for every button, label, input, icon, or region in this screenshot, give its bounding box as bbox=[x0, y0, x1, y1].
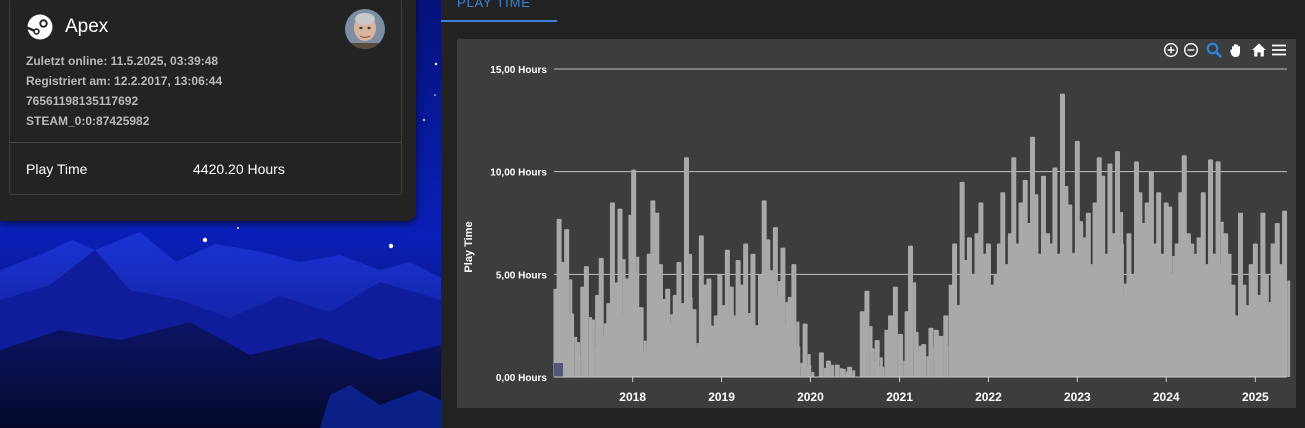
chart-bar bbox=[898, 333, 904, 377]
chart-bar bbox=[938, 335, 944, 377]
chart-bar bbox=[859, 311, 865, 377]
x-tick-label: 2021 bbox=[886, 390, 913, 404]
steam-icon bbox=[27, 14, 53, 40]
play-time-chart[interactable]: 0,00 Hours 5,00 Hours 10,00 Hours 15,00 Hou… bbox=[457, 39, 1296, 408]
steam-id64-text: 76561198135117692 bbox=[26, 94, 139, 108]
chart-bar bbox=[564, 229, 570, 377]
y-axis-title: Play Time bbox=[463, 221, 475, 272]
steam-id-text: STEAM_0:0:87425982 bbox=[26, 114, 150, 128]
x-tick-label: 2025 bbox=[1242, 390, 1269, 404]
chart-bar bbox=[864, 290, 870, 377]
x-tick-label: 2019 bbox=[708, 390, 735, 404]
chart-bar bbox=[933, 329, 939, 377]
chart-bar bbox=[569, 313, 575, 377]
chart-bar bbox=[831, 364, 835, 377]
y-tick-label: 5,00 Hours bbox=[496, 270, 548, 281]
card-divider bbox=[10, 142, 401, 143]
active-tab-indicator bbox=[441, 20, 557, 22]
chart-bar bbox=[921, 344, 927, 377]
chart-bar bbox=[806, 364, 812, 377]
x-tick-label: 2023 bbox=[1064, 390, 1091, 404]
avatar[interactable] bbox=[345, 9, 385, 49]
avatar-image bbox=[345, 9, 385, 49]
chart-bar bbox=[1282, 210, 1288, 377]
chart-canvas: 0,00 Hours 5,00 Hours 10,00 Hours 15,00 Hou… bbox=[463, 65, 1291, 404]
profile-card-inner: Apex Zuletzt online: 11.5.2025, 03:39:48… bbox=[9, 0, 402, 195]
play-time-value: 4420.20 Hours bbox=[193, 161, 285, 177]
chart-bar bbox=[825, 360, 831, 377]
profile-card: Apex Zuletzt online: 11.5.2025, 03:39:48… bbox=[0, 0, 416, 221]
play-time-label: Play Time bbox=[26, 161, 88, 177]
tab-play-time[interactable]: PLAY TIME bbox=[457, 0, 531, 10]
y-tick-label: 10,00 Hours bbox=[490, 168, 547, 179]
pan-hand-icon[interactable] bbox=[1228, 42, 1244, 58]
x-tick-label: 2020 bbox=[797, 390, 824, 404]
zoom-select-icon[interactable] bbox=[1206, 42, 1222, 58]
chart-bar bbox=[583, 266, 589, 377]
zoom-out-icon[interactable] bbox=[1183, 42, 1199, 58]
y-tick-label: 0,00 Hours bbox=[496, 373, 548, 384]
x-tick-label: 2024 bbox=[1153, 390, 1180, 404]
chart-bar bbox=[892, 286, 898, 377]
last-online-text: Zuletzt online: 11.5.2025, 03:39:48 bbox=[26, 54, 219, 68]
chart-bar bbox=[795, 346, 801, 377]
chart-bar bbox=[874, 340, 880, 377]
chart-bar bbox=[869, 348, 875, 377]
chart-bar bbox=[811, 372, 815, 377]
chart-bar bbox=[818, 352, 824, 377]
zoom-in-icon[interactable] bbox=[1163, 42, 1179, 58]
chart-bar bbox=[554, 363, 563, 377]
registered-date-text: Registriert am: 12.2.2017, 13:06:44 bbox=[26, 74, 223, 88]
chart-bar bbox=[642, 352, 648, 377]
x-tick-label: 2018 bbox=[619, 390, 646, 404]
chart-bar bbox=[943, 315, 949, 377]
chart-bar bbox=[633, 272, 639, 377]
chart-bar bbox=[1287, 280, 1291, 377]
chart-bar bbox=[840, 368, 846, 377]
chart-bar bbox=[834, 364, 840, 377]
chart-bar bbox=[879, 366, 885, 377]
chart-bar bbox=[928, 327, 934, 377]
chart-bar bbox=[847, 366, 853, 377]
chart-bar bbox=[575, 342, 581, 377]
x-tick-label: 2022 bbox=[975, 390, 1002, 404]
chart-bar bbox=[852, 370, 856, 377]
menu-icon[interactable] bbox=[1271, 42, 1287, 58]
game-title: Apex bbox=[65, 16, 109, 37]
reset-home-icon[interactable] bbox=[1251, 42, 1267, 58]
y-tick-label: 15,00 Hours bbox=[490, 65, 547, 76]
chart-bar bbox=[908, 245, 914, 377]
chart-bar bbox=[888, 315, 894, 377]
chart-bar bbox=[589, 319, 595, 377]
